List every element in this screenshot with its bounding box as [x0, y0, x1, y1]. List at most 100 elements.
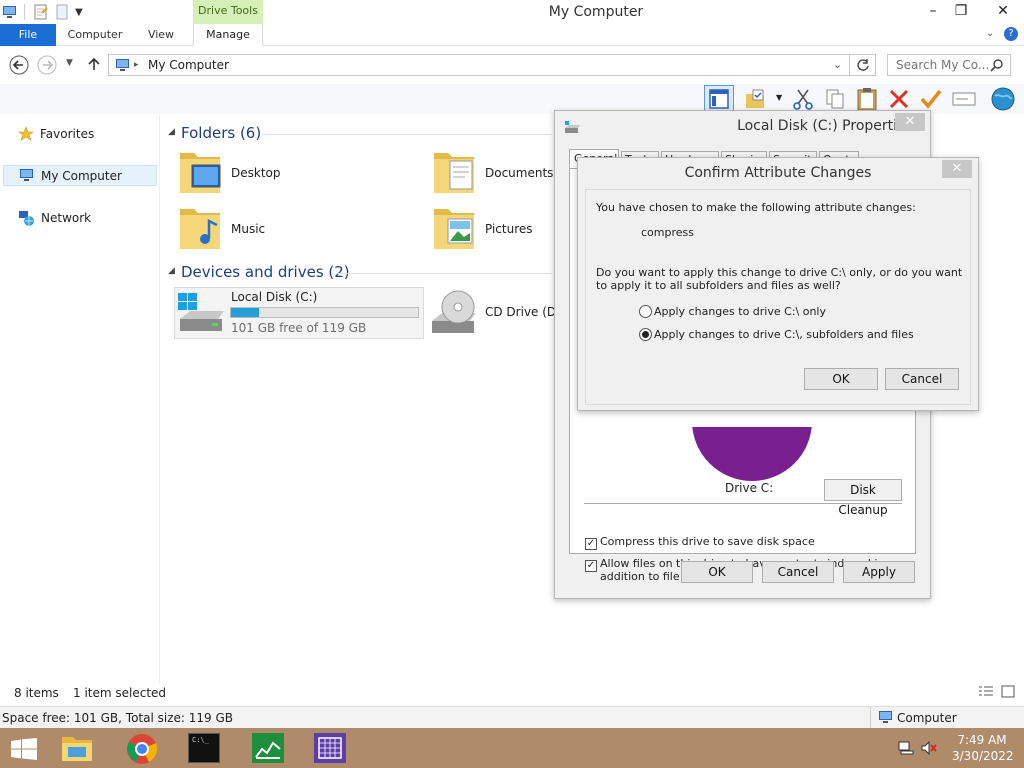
sidebar-item-label: Favorites	[40, 127, 95, 141]
tab-manage[interactable]: Manage	[193, 24, 263, 46]
apply-button[interactable]: Apply	[843, 561, 915, 583]
open-folder-icon[interactable]	[744, 88, 768, 110]
drive-name: Local Disk (C:)	[231, 290, 318, 304]
drive-name[interactable]: CD Drive (D:)	[485, 305, 565, 319]
hard-drive-icon	[176, 291, 228, 335]
cd-drive-icon[interactable]	[428, 289, 482, 337]
compress-checkbox[interactable]: ✓	[585, 538, 597, 550]
tab-view[interactable]: View	[138, 24, 184, 46]
clock-time: 7:49 AM	[957, 733, 1007, 747]
sidebar-item-network[interactable]: Network	[18, 210, 91, 226]
speaker-muted-icon[interactable]	[920, 740, 938, 756]
sidebar-item-label: My Computer	[41, 168, 122, 183]
up-arrow-icon[interactable]	[86, 56, 102, 72]
confirm-attribute-dialog: Confirm Attribute Changes ✕ You have cho…	[577, 157, 979, 411]
sidebar-item-favorites[interactable]: Favorites	[18, 126, 94, 142]
breadcrumb-chevron-icon[interactable]: ▸	[134, 55, 139, 75]
item-count: 8 items	[14, 686, 59, 700]
network-tray-icon[interactable]	[897, 740, 915, 756]
cancel-button[interactable]: Cancel	[885, 368, 959, 390]
ribbon-expand-icon[interactable]: ⌄	[986, 28, 994, 39]
command-prompt-icon[interactable]: C:\_	[188, 733, 220, 763]
dialog-close-button[interactable]: ✕	[942, 160, 972, 178]
dialog-close-button[interactable]: ✕	[895, 113, 925, 131]
folder-label[interactable]: Pictures	[485, 222, 533, 236]
space-info: Space free: 101 GB, Total size: 119 GB	[2, 711, 233, 725]
computer-icon	[113, 57, 131, 73]
option-all-radio[interactable]	[639, 328, 652, 341]
chevron-down-icon[interactable]: ▼	[776, 93, 782, 102]
option-drive-only-label[interactable]: Apply changes to drive C:\ only	[654, 305, 826, 318]
cancel-button[interactable]: Cancel	[762, 561, 834, 583]
maximize-button[interactable]: ❐	[948, 0, 974, 22]
cut-icon[interactable]	[792, 88, 814, 110]
tab-file[interactable]: File	[0, 24, 56, 46]
option-drive-only-radio[interactable]	[639, 305, 652, 318]
calendar-app-icon[interactable]	[314, 733, 346, 763]
pictures-folder-icon[interactable]	[432, 203, 478, 253]
minimize-button[interactable]: –	[920, 0, 946, 22]
help-icon[interactable]: ?	[1004, 27, 1018, 41]
question-text: Do you want to apply this change to driv…	[596, 266, 963, 292]
refresh-button[interactable]	[850, 54, 876, 76]
large-icons-view-icon[interactable]	[1000, 685, 1016, 699]
copy-icon[interactable]	[824, 88, 846, 110]
status-bar: 8 items 1 item selected	[0, 684, 1024, 704]
drives-collapse-chevron-icon[interactable]: ◢	[168, 266, 175, 276]
sidebar-item-label: Network	[41, 211, 92, 225]
folder-label[interactable]: Desktop	[231, 166, 281, 180]
drive-caption: Drive C:	[725, 481, 774, 495]
change-text: compress	[641, 226, 694, 239]
drives-header[interactable]: Devices and drives (2)	[181, 263, 350, 281]
sidebar-item-my-computer[interactable]: My Computer	[18, 168, 122, 183]
selection-count: 1 item selected	[73, 686, 167, 700]
back-button[interactable]	[9, 55, 29, 75]
folder-label[interactable]: Music	[231, 222, 265, 236]
close-button[interactable]: ✕	[986, 0, 1020, 22]
option-all-label[interactable]: Apply changes to drive C:\, subfolders a…	[654, 328, 914, 341]
address-history-chevron-icon[interactable]: ⌄	[833, 55, 842, 75]
desktop-folder-icon[interactable]	[178, 147, 224, 197]
compress-label[interactable]: Compress this drive to save disk space	[600, 535, 900, 548]
globe-icon[interactable]	[990, 86, 1016, 112]
tab-computer[interactable]: Computer	[62, 24, 128, 46]
checkmark-icon[interactable]	[920, 88, 942, 110]
intro-text: You have chosen to make the following at…	[596, 201, 916, 214]
zone-label: Computer	[897, 711, 957, 725]
navigation-pane	[0, 114, 160, 684]
search-icon[interactable]	[990, 58, 1004, 72]
details-bar: Space free: 101 GB, Total size: 119 GB C…	[0, 706, 1024, 729]
network-icon	[18, 210, 35, 226]
computer-icon	[877, 710, 894, 725]
delete-icon[interactable]	[888, 88, 910, 110]
details-view-icon[interactable]	[978, 685, 994, 699]
chrome-icon[interactable]	[126, 733, 158, 765]
window-title: My Computer	[548, 4, 644, 20]
disk-cleanup-button[interactable]: Disk Cleanup	[824, 479, 902, 517]
ok-button[interactable]: OK	[681, 561, 753, 583]
clock-date: 3/30/2022	[952, 749, 1014, 763]
file-explorer-icon[interactable]	[60, 733, 94, 763]
recent-locations-chevron-icon[interactable]: ▼	[66, 58, 73, 68]
folder-label[interactable]: Documents	[485, 166, 553, 180]
rename-icon[interactable]	[952, 90, 976, 108]
computer-icon	[18, 168, 35, 183]
paste-icon[interactable]	[856, 87, 878, 111]
folders-header[interactable]: Folders (6)	[181, 124, 261, 142]
index-checkbox[interactable]: ✓	[585, 560, 597, 572]
clock[interactable]: 7:49 AM 3/30/2022	[952, 732, 1014, 764]
pie-used-slice	[692, 427, 812, 481]
taskbar: C:\_ 7:49 AM 3/30/2022	[0, 728, 1024, 768]
windows-start-icon[interactable]	[10, 738, 38, 760]
ok-button[interactable]: OK	[804, 368, 878, 390]
star-icon	[18, 126, 34, 142]
documents-folder-icon[interactable]	[432, 147, 478, 197]
music-folder-icon[interactable]	[178, 203, 224, 253]
folders-collapse-chevron-icon[interactable]: ◢	[168, 127, 175, 137]
task-manager-icon[interactable]	[252, 733, 284, 763]
breadcrumb[interactable]: My Computer	[148, 55, 229, 75]
divider	[584, 503, 902, 504]
preview-pane-button[interactable]	[704, 85, 734, 113]
forward-button[interactable]	[37, 55, 57, 75]
address-bar[interactable]: ▸ My Computer ⌄	[108, 54, 850, 76]
